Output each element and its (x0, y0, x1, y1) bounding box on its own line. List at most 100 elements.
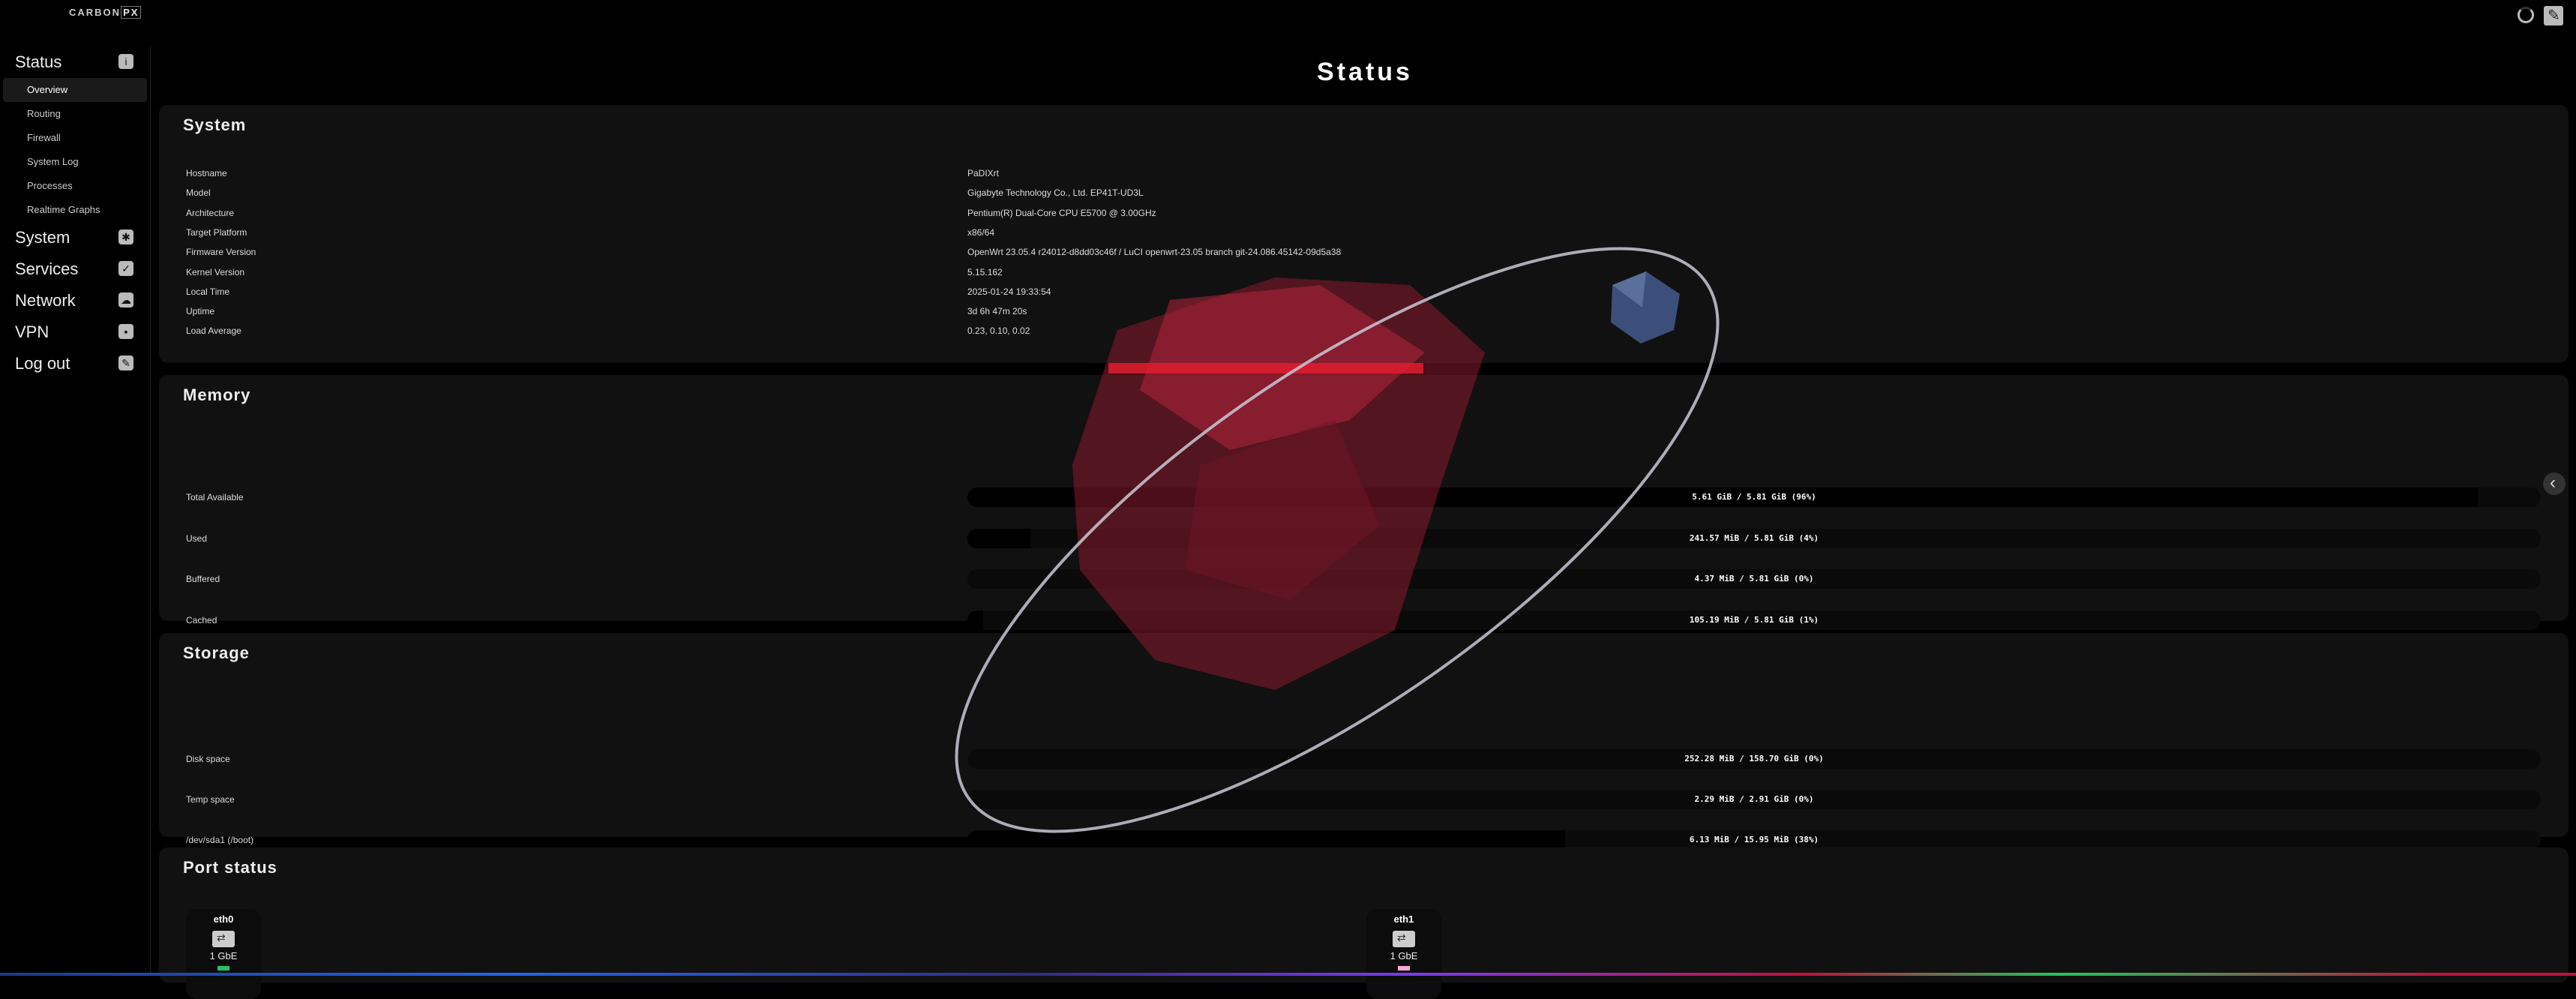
port-link-led (217, 966, 229, 970)
info-row: Firmware Version OpenWrt 23.05.4 r24012-d… (186, 247, 2541, 266)
cloud-icon: ☁ (118, 292, 133, 308)
usage-bar: 2.29 MiB / 2.91 GiB (0%) (967, 790, 2541, 809)
sidebar-item-label: Services (15, 260, 79, 278)
info-key: Hostname (186, 168, 227, 178)
sidebar-subitem-label: Firewall (27, 132, 61, 143)
bottom-accent-line (0, 973, 2576, 976)
sidebar-item-services[interactable]: Services ✓ (0, 254, 150, 285)
info-key: Model (186, 188, 211, 199)
section-title: Storage (183, 644, 250, 662)
sidebar-subitem-label: Routing (27, 108, 61, 119)
info-key: Target Platform (186, 226, 247, 238)
info-icon: i (118, 54, 133, 69)
section-title: Port status (183, 858, 277, 877)
sidebar-subitem-overview[interactable]: Overview (3, 78, 147, 102)
section-title: System (183, 116, 247, 134)
usage-bar: 252.28 MiB / 158.70 GiB (0%) (967, 749, 2541, 769)
section-title: Memory (183, 386, 251, 404)
sidebar-item-label: VPN (15, 322, 49, 341)
sidebar-item-logout[interactable]: Log out ✎ (0, 348, 150, 380)
sidebar-item-label: System (15, 228, 70, 247)
info-key: Firmware Version (186, 247, 256, 258)
usage-value: 105.19 MiB / 5.81 GiB (1%) (1689, 614, 1819, 625)
sidebar-subitem-realtime-graphs[interactable]: Realtime Graphs (0, 198, 150, 222)
info-row: Hostname PaDIXrt (186, 168, 2541, 188)
info-value: Gigabyte Technology Co., Ltd. EP41T-UD3L (967, 188, 1144, 199)
info-value: 3d 6h 47m 20s (967, 306, 1027, 317)
logout-icon: ✎ (118, 356, 133, 370)
port-link-led (1398, 966, 1410, 970)
usage-label: Cached (186, 614, 217, 626)
sidebar-subitem-label: Overview (27, 84, 68, 95)
usage-value: 241.57 MiB / 5.81 GiB (4%) (1689, 532, 1819, 543)
info-row: Load Average 0.23, 0.10, 0.02 (186, 326, 2541, 345)
sidebar-item-label: Network (15, 291, 76, 310)
info-value: Pentium(R) Dual-Core CPU E5700 @ 3.00GHz (967, 207, 1156, 218)
info-value: PaDIXrt (967, 168, 1000, 178)
usage-bar: 5.61 GiB / 5.81 GiB (96%) (967, 488, 2541, 507)
sidebar-subitem-routing[interactable]: Routing (0, 102, 150, 126)
usage-label: Total Available (186, 492, 244, 502)
info-value: 2025-01-24 19:33:54 (967, 286, 1051, 297)
usage-row: Cached 105.19 MiB / 5.81 GiB (1%) (186, 610, 2541, 630)
usage-bar: 4.37 MiB / 5.81 GiB (0%) (967, 569, 2541, 589)
port-eth1[interactable]: eth1 1 GbE (1366, 909, 1441, 999)
sidebar-item-system[interactable]: System ✱ (0, 222, 150, 254)
refresh-icon[interactable] (2518, 7, 2534, 23)
usage-bar: 105.19 MiB / 5.81 GiB (1%) (967, 610, 2541, 630)
edit-icon[interactable] (2544, 6, 2563, 26)
sidebar-item-vpn[interactable]: VPN ▪ (0, 316, 150, 348)
usage-value: 6.13 MiB / 15.95 MiB (38%) (1689, 835, 1819, 844)
usage-row: Total Available 5.61 GiB / 5.81 GiB (96%… (186, 488, 2541, 507)
checklist-icon: ✓ (118, 261, 133, 276)
usage-label: Used (186, 532, 208, 544)
info-key: Local Time (186, 286, 230, 297)
usage-value: 252.28 MiB / 158.70 GiB (0%) (1684, 754, 1824, 764)
usage-row: Buffered 4.37 MiB / 5.81 GiB (0%) (186, 569, 2541, 589)
gear-icon: ✱ (118, 230, 133, 244)
info-row: Target Platform x86/64 (186, 227, 2541, 247)
usage-row: Used 241.57 MiB / 5.81 GiB (4%) (186, 528, 2541, 548)
port-speed: 1 GbE (1390, 950, 1418, 962)
sidebar: Status i Overview Routing Firewall Syste… (0, 46, 151, 976)
info-row: Kernel Version 5.15.162 (186, 267, 2541, 286)
sidebar-subitem-processes[interactable]: Processes (0, 174, 150, 198)
sidebar-subitem-label: Processes (27, 180, 73, 191)
sidebar-item-network[interactable]: Network ☁ (0, 285, 150, 316)
info-value: 5.15.162 (967, 266, 1003, 278)
sidebar-subitem-label: System Log (27, 156, 79, 167)
info-key: Uptime (186, 306, 215, 317)
usage-row: Disk space 252.28 MiB / 158.70 GiB (0%) (186, 749, 2541, 769)
info-key: Kernel Version (186, 266, 245, 278)
port-name: eth0 (213, 914, 234, 925)
usage-value: 2.29 MiB / 2.91 GiB (0%) (1694, 794, 1814, 804)
usage-label: Buffered (186, 574, 220, 584)
info-row: Uptime 3d 6h 47m 20s (186, 306, 2541, 326)
usage-label: Disk space (186, 754, 230, 764)
sidebar-item-status[interactable]: Status i (0, 46, 150, 78)
sidebar-subitem-firewall[interactable]: Firewall (0, 126, 150, 150)
usage-value: 4.37 MiB / 5.81 GiB (0%) (1694, 574, 1814, 584)
info-key: Load Average (186, 326, 241, 337)
info-row: Local Time 2025-01-24 19:33:54 (186, 286, 2541, 306)
logo: CARBON PX (69, 6, 142, 19)
collapse-arrow-icon[interactable] (2543, 472, 2566, 495)
main-content: Status System Hostname PaDIXrt Model Gigaby… (159, 46, 2571, 999)
info-value: 0.23, 0.10, 0.02 (967, 326, 1030, 337)
usage-label: Temp space (186, 794, 235, 805)
sidebar-subitem-label: Realtime Graphs (27, 204, 100, 215)
info-row: Model Gigabyte Technology Co., Ltd. EP41T… (186, 188, 2541, 207)
ethernet-port-icon (212, 931, 235, 947)
port-eth0[interactable]: eth0 1 GbE (186, 909, 261, 999)
sidebar-item-label: Status (15, 52, 62, 71)
sidebar-item-label: Log out (15, 354, 70, 373)
info-row: Architecture Pentium(R) Dual-Core CPU E57… (186, 208, 2541, 227)
usage-row: Temp space 2.29 MiB / 2.91 GiB (0%) (186, 790, 2541, 809)
info-value: x86/64 (967, 226, 995, 238)
usage-label: /dev/sda1 (/boot) (186, 835, 254, 845)
sidebar-subitem-system-log[interactable]: System Log (0, 150, 150, 174)
info-key: Architecture (186, 207, 235, 218)
port-status-card: Port status eth0 1 GbE eth1 1 GbE (159, 848, 2569, 999)
usage-bar: 241.57 MiB / 5.81 GiB (4%) (967, 528, 2541, 548)
port-speed: 1 GbE (209, 950, 238, 962)
